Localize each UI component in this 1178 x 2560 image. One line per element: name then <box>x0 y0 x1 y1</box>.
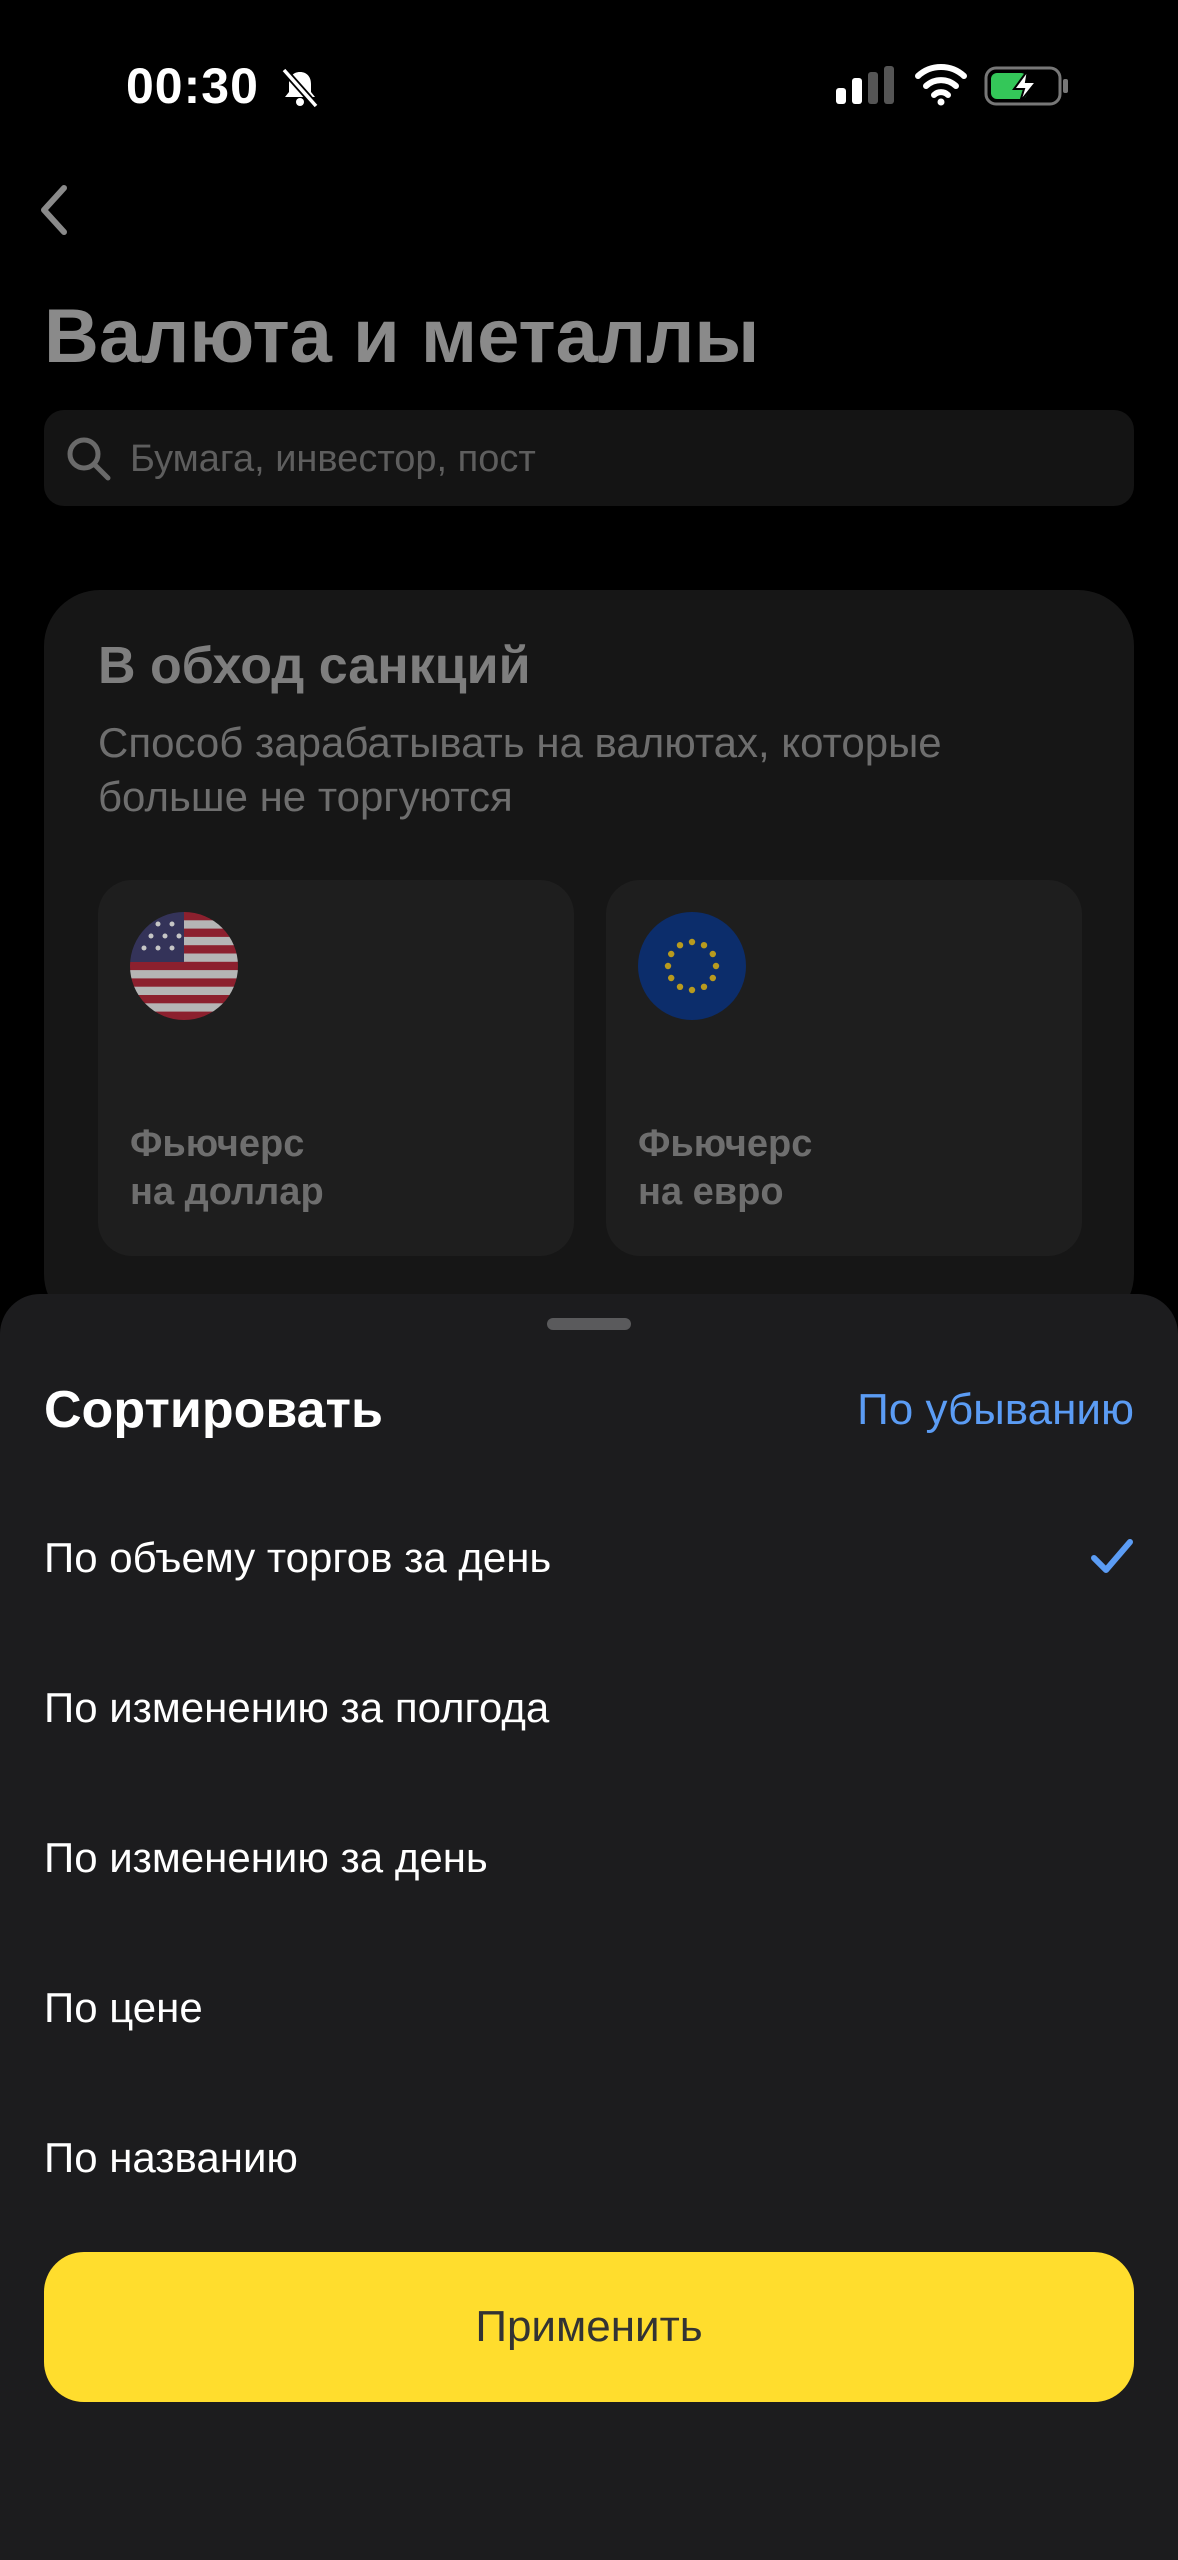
sheet-title: Сортировать <box>44 1381 383 1439</box>
sort-options-list: По объему торгов за день По изменению за… <box>0 1486 1178 2236</box>
sort-option-label: По изменению за полгода <box>44 1684 550 1731</box>
sort-option-label: По изменению за день <box>44 1834 488 1881</box>
signal-icon <box>836 66 894 104</box>
eur-future-card[interactable]: Фьючерс на евро <box>606 880 1082 1256</box>
usd-future-label-line2: на доллар <box>130 1171 324 1213</box>
search-input[interactable] <box>128 410 1112 508</box>
screen: 00:30 Валюта и металлы В обход са <box>0 0 1178 2560</box>
sort-option-label: По цене <box>44 1984 203 2031</box>
sort-order-toggle[interactable]: По убыванию <box>857 1382 1134 1438</box>
usd-future-card[interactable]: Фьючерс на доллар <box>98 880 574 1256</box>
eur-future-label: Фьючерс на евро <box>638 1120 812 1216</box>
sort-sheet: Сортировать По убыванию По объему торгов… <box>0 1294 1178 2560</box>
checkmark-icon <box>1091 1539 1133 1573</box>
bell-off-icon <box>281 67 319 109</box>
eu-flag-icon <box>638 912 746 1020</box>
search-icon <box>67 437 111 481</box>
sort-option-price[interactable]: По цене <box>0 1936 1178 2086</box>
usd-future-label: Фьючерс на доллар <box>130 1120 324 1216</box>
promo-title: В обход санкций <box>98 637 531 695</box>
eur-future-label-line1: Фьючерс <box>638 1123 813 1165</box>
sort-option-day-change[interactable]: По изменению за день <box>0 1786 1178 1936</box>
sheet-grabber[interactable] <box>547 1318 631 1330</box>
page-title: Валюта и металлы <box>44 294 760 379</box>
search-box[interactable] <box>44 410 1134 508</box>
wifi-icon <box>915 64 967 106</box>
back-icon[interactable] <box>34 180 74 240</box>
sort-option-volume[interactable]: По объему торгов за день <box>0 1486 1178 1636</box>
sort-option-label: По объему торгов за день <box>44 1534 552 1581</box>
status-time: 00:30 <box>126 58 259 114</box>
promo-card[interactable]: В обход санкций Способ зарабатывать на в… <box>44 590 1134 1330</box>
promo-subtitle: Способ зарабатывать на валютах, которые … <box>98 719 942 820</box>
sort-option-name[interactable]: По названию <box>0 2086 1178 2236</box>
apply-button[interactable]: Применить <box>44 2252 1134 2402</box>
usd-future-label-line1: Фьючерс <box>130 1123 305 1165</box>
battery-icon <box>984 66 1068 106</box>
sort-option-half-year-change[interactable]: По изменению за полгода <box>0 1636 1178 1786</box>
eur-future-label-line2: на евро <box>638 1171 784 1213</box>
us-flag-icon <box>130 912 238 1020</box>
sort-option-label: По названию <box>44 2134 298 2181</box>
